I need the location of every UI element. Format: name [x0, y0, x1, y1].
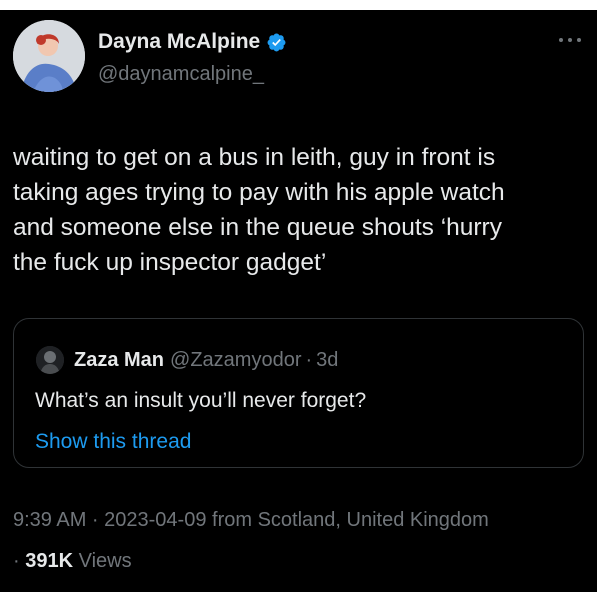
author-avatar[interactable]	[13, 20, 85, 92]
quoted-tweet-card[interactable]: Zaza Man @Zazamyodor · 3d What’s an insu…	[13, 318, 584, 468]
tweet-text: waiting to get on a bus in leith, guy in…	[13, 144, 505, 276]
tweet-card[interactable]: Dayna McAlpine @daynamcalpine_ waiting t…	[0, 10, 597, 592]
tweet-timestamp[interactable]: 9:39 AM · 2023-04-09 from Scotland, Unit…	[13, 509, 489, 532]
tweet-views: · 391K Views	[13, 550, 132, 573]
quoted-tweet-time[interactable]: 3d	[316, 349, 338, 372]
verified-badge-icon	[266, 32, 287, 53]
quoted-tweet-text: What’s an insult you’ll never forget?	[35, 389, 367, 412]
author-display-name[interactable]: Dayna McAlpine	[98, 30, 260, 54]
author-handle[interactable]: @daynamcalpine_	[98, 63, 264, 86]
more-options-icon[interactable]	[556, 32, 584, 48]
separator-dot: ·	[305, 349, 313, 371]
views-label: Views	[73, 550, 132, 572]
quoted-author-name[interactable]: Zaza Man	[74, 349, 164, 372]
quoted-tweet-header: Zaza Man @Zazamyodor · 3d	[74, 349, 338, 372]
show-thread-link[interactable]: Show this thread	[35, 430, 191, 454]
author-name-row: Dayna McAlpine	[98, 30, 287, 54]
avatar-image	[13, 20, 85, 92]
quoted-author-avatar	[36, 346, 64, 374]
views-separator: ·	[13, 550, 26, 572]
views-count: 391K	[25, 550, 74, 572]
quoted-author-handle[interactable]: @Zazamyodor	[170, 349, 301, 372]
